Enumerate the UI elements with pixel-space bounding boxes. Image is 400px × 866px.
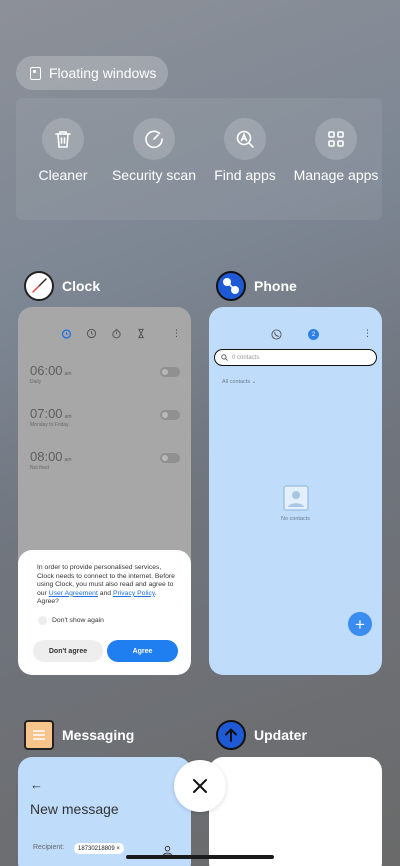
- consent-dialog: In order to provide personalised service…: [18, 550, 191, 675]
- consent-message: In order to provide personalised service…: [37, 564, 175, 606]
- phone-more-icon[interactable]: ⋮: [363, 329, 372, 338]
- alarm-toggle[interactable]: [160, 410, 180, 420]
- search-apps-icon: [224, 118, 266, 160]
- cleaner-label: Cleaner: [38, 167, 88, 183]
- messaging-app-icon: [24, 720, 54, 750]
- clock-app-header[interactable]: Clock: [24, 271, 100, 301]
- updater-app-icon: [216, 720, 246, 750]
- phone-app-card[interactable]: 2 ⋮ 0 contacts All contacts ⌄ No contact…: [209, 307, 382, 675]
- cleaner-tool-button[interactable]: Cleaner: [18, 118, 108, 183]
- clock-app-icon: [24, 271, 54, 301]
- checkbox-circle: [38, 616, 47, 625]
- recipient-label: Recipient:: [33, 844, 65, 851]
- alarm-row[interactable]: 08:00 am Not fired: [30, 449, 180, 471]
- alarm-row[interactable]: 07:00 am Monday to Friday: [30, 406, 180, 428]
- manage-apps-tool-button[interactable]: Manage apps: [291, 118, 381, 183]
- dialer-icon[interactable]: [271, 329, 282, 340]
- dont-show-again-checkbox[interactable]: Don't show again: [38, 616, 104, 625]
- clear-all-button[interactable]: [174, 760, 226, 812]
- add-contact-button[interactable]: +: [348, 612, 372, 636]
- messaging-app-header[interactable]: Messaging: [24, 720, 134, 750]
- new-message-title: New message: [30, 801, 119, 817]
- alarm-icon[interactable]: [61, 328, 72, 339]
- manage-apps-label: Manage apps: [293, 167, 379, 183]
- updater-app-name: Updater: [254, 727, 307, 743]
- grid-icon: [315, 118, 357, 160]
- contacts-tab-icon[interactable]: 2: [308, 329, 319, 340]
- alarm-repeat: Daily: [30, 379, 42, 385]
- security-scan-label: Security scan: [111, 167, 197, 183]
- security-scan-tool-button[interactable]: Security scan: [109, 118, 199, 183]
- contacts-filter-dropdown[interactable]: All contacts ⌄: [222, 379, 256, 385]
- phone-app-header[interactable]: Phone: [216, 271, 297, 301]
- alarm-row[interactable]: 06:00 am Daily: [30, 363, 180, 385]
- search-placeholder: 0 contacts: [232, 354, 260, 361]
- dont-agree-button[interactable]: Don't agree: [33, 640, 103, 662]
- trash-icon: [42, 118, 84, 160]
- contact-placeholder-icon: [283, 485, 309, 516]
- search-icon: [221, 354, 228, 361]
- close-icon: [193, 779, 207, 793]
- privacy-policy-link[interactable]: Privacy Policy: [113, 590, 155, 597]
- floating-window-icon: [30, 66, 41, 80]
- alarm-toggle[interactable]: [160, 367, 180, 377]
- user-agreement-link[interactable]: User Agreement: [49, 590, 98, 597]
- agree-button[interactable]: Agree: [107, 640, 178, 662]
- alarm-repeat: Monday to Friday: [30, 422, 69, 428]
- recipient-chip[interactable]: 18730218809 ×: [74, 843, 124, 854]
- alarm-toggle[interactable]: [160, 453, 180, 463]
- phone-app-icon: [216, 271, 246, 301]
- messaging-app-card[interactable]: ← New message Recipient: 18730218809 ×: [18, 757, 191, 866]
- updater-app-header[interactable]: Updater: [216, 720, 307, 750]
- floating-windows-button[interactable]: Floating windows: [16, 56, 168, 90]
- gauge-icon: [133, 118, 175, 160]
- clock-tab-bar: [61, 328, 146, 339]
- alarm-ampm: am: [64, 371, 72, 377]
- timer-icon[interactable]: [136, 328, 146, 339]
- updater-app-card[interactable]: [209, 757, 382, 866]
- alarm-time: 08:00: [30, 449, 63, 464]
- alarm-repeat: Not fired: [30, 465, 49, 471]
- find-apps-tool-button[interactable]: Find apps: [200, 118, 290, 183]
- back-arrow-icon[interactable]: ←: [30, 777, 43, 792]
- contacts-search-input[interactable]: 0 contacts: [214, 349, 377, 366]
- alarm-time: 07:00: [30, 406, 63, 421]
- alarm-time: 06:00: [30, 363, 63, 378]
- stopwatch-icon[interactable]: [111, 328, 122, 339]
- clock-app-card[interactable]: ⋮ 06:00 am Daily 07:00 am Monday to Friday…: [18, 307, 191, 675]
- floating-windows-label: Floating windows: [49, 65, 157, 81]
- world-clock-icon[interactable]: [86, 328, 97, 339]
- find-apps-label: Find apps: [214, 167, 276, 183]
- no-contacts-text: No contacts: [280, 516, 311, 522]
- alarm-ampm: am: [64, 457, 72, 463]
- chevron-down-icon: ⌄: [251, 379, 257, 385]
- messaging-app-name: Messaging: [62, 727, 135, 743]
- clock-more-icon[interactable]: ⋮: [172, 329, 181, 338]
- phone-tab-bar: 2: [271, 329, 319, 340]
- phone-app-name: Phone: [254, 278, 297, 294]
- clock-app-name: Clock: [62, 278, 101, 294]
- home-indicator[interactable]: [126, 855, 274, 859]
- dont-show-again-label: Don't show again: [52, 617, 104, 624]
- alarm-ampm: am: [64, 414, 72, 420]
